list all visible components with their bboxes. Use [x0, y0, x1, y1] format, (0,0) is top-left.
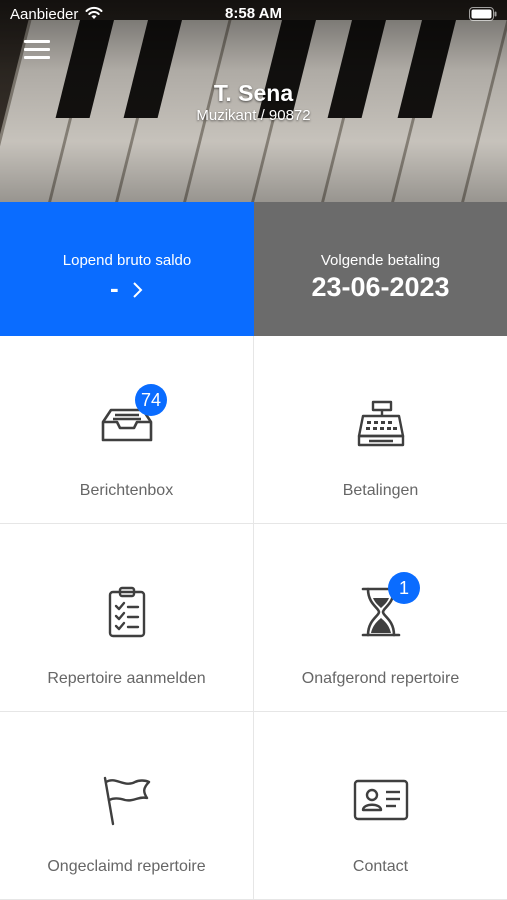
next-payment-tile: Volgende betaling 23-06-2023 [254, 202, 507, 336]
menu-item-berichtenbox[interactable]: 74 Berichtenbox [0, 336, 254, 524]
menu-item-betalingen[interactable]: Betalingen [254, 336, 507, 524]
flag-icon [103, 776, 150, 826]
gross-balance-label: Lopend bruto saldo [62, 252, 192, 269]
menu-item-repertoire-aanmelden[interactable]: Repertoire aanmelden [0, 524, 254, 712]
battery-icon [469, 7, 497, 21]
gross-balance-value: - [0, 273, 254, 303]
menu-item-ongeclaimd-repertoire[interactable]: Ongeclaimd repertoire [0, 712, 254, 900]
chevron-right-icon [133, 282, 143, 298]
clipboard-check-icon [108, 586, 145, 638]
user-name: T. Sena [213, 80, 294, 106]
menu-grid: 74 Berichtenbox Betalingen Repertoire aa… [0, 336, 507, 900]
menu-item-label: Repertoire aanmelden [47, 670, 206, 687]
menu-item-label: Contact [352, 858, 409, 875]
gross-balance-amount: - [110, 273, 119, 303]
menu-item-label: Berichtenbox [79, 482, 174, 499]
menu-item-label: Ongeclaimd repertoire [47, 858, 206, 875]
profile-header: Aanbieder 8:58 AM T. Sena Muzikant / 908… [0, 0, 507, 202]
clock-time: 8:58 AM [225, 5, 282, 22]
id-card-icon [353, 779, 408, 821]
menu-item-onafgerond-repertoire[interactable]: 1 Onafgerond repertoire [254, 524, 507, 712]
unread-count-badge: 74 [135, 384, 167, 416]
gross-balance-tile[interactable]: Lopend bruto saldo - [0, 202, 254, 336]
status-bar: Aanbieder 8:58 AM [0, 0, 507, 30]
next-payment-date: 23-06-2023 [311, 272, 450, 302]
hamburger-menu-icon[interactable] [24, 40, 50, 62]
cash-register-icon [357, 400, 404, 447]
menu-item-label: Onafgerond repertoire [301, 670, 460, 687]
next-payment-label: Volgende betaling [320, 252, 441, 269]
user-role-number: Muzikant / 90872 [196, 107, 311, 124]
incomplete-count-badge: 1 [388, 572, 420, 604]
menu-item-contact[interactable]: Contact [254, 712, 507, 900]
menu-item-label: Betalingen [342, 482, 419, 499]
